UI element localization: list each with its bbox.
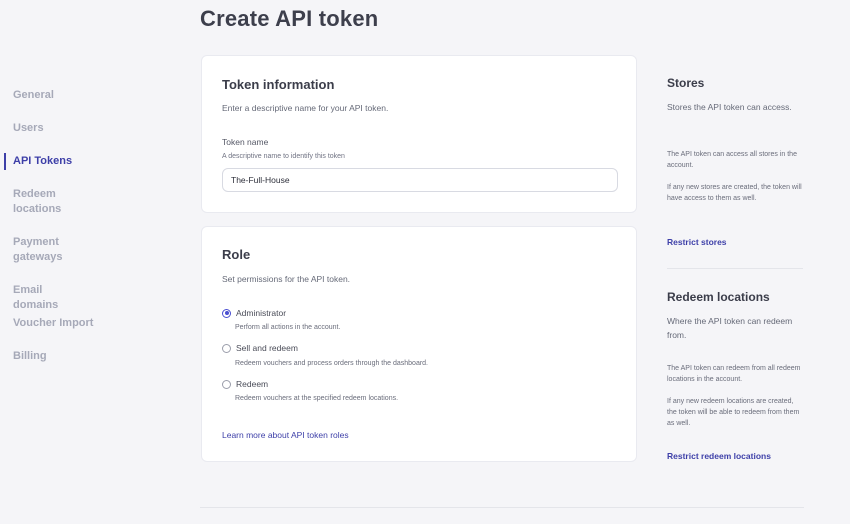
stores-subtitle: Stores the API token can access. — [667, 102, 792, 112]
sidebar-item-voucher-import[interactable]: Voucher Import — [0, 316, 120, 331]
sidebar-item-redeem-locations[interactable]: Redeem locations — [0, 187, 80, 217]
role-option-description: Redeem vouchers at the specified redeem … — [235, 395, 399, 402]
role-option-administrator[interactable]: Administrator — [222, 308, 286, 318]
radio-administrator[interactable] — [222, 308, 231, 318]
radio-sell-and-redeem[interactable] — [222, 343, 231, 353]
redeem-locations-title: Redeem locations — [667, 290, 770, 304]
learn-more-roles-link[interactable]: Learn more about API token roles — [222, 430, 349, 440]
role-option-redeem[interactable]: Redeem — [222, 379, 268, 389]
stores-title: Stores — [667, 76, 705, 90]
role-title: Role — [222, 247, 251, 262]
token-information-title: Token information — [222, 77, 335, 92]
page-title: Create API token — [200, 6, 379, 31]
redeem-locations-note-access: The API token can redeem from all redeem… — [667, 365, 801, 383]
page: Create API token General Users API Token… — [0, 0, 850, 524]
token-name-input[interactable] — [222, 168, 618, 192]
radio-redeem[interactable] — [222, 379, 231, 389]
stores-note-access: The API token can access all stores in t… — [667, 151, 797, 169]
restrict-redeem-locations-link[interactable]: Restrict redeem locations — [667, 451, 771, 461]
restrict-stores-link[interactable]: Restrict stores — [667, 237, 727, 247]
sidebar-item-billing[interactable]: Billing — [0, 349, 80, 364]
side-divider — [667, 268, 803, 269]
token-information-subtitle: Enter a descriptive name for your API to… — [222, 103, 389, 113]
role-option-label: Sell and redeem — [236, 343, 298, 353]
token-name-help: A descriptive name to identify this toke… — [222, 153, 345, 160]
stores-note-new: If any new stores are created, the token… — [667, 184, 802, 202]
role-option-description: Redeem vouchers and process orders throu… — [235, 360, 429, 367]
sidebar-item-payment-gateways[interactable]: Payment gateways — [0, 235, 80, 265]
sidebar-item-email-domains[interactable]: Email domains — [0, 283, 80, 313]
token-name-label: Token name — [222, 137, 269, 147]
sidebar-item-users[interactable]: Users — [0, 121, 80, 136]
footer-divider — [200, 507, 804, 508]
redeem-locations-subtitle: Where the API token can redeem from. — [667, 316, 793, 340]
sidebar-item-api-tokens[interactable]: API Tokens — [0, 153, 80, 170]
role-subtitle: Set permissions for the API token. — [222, 274, 351, 284]
role-card: Role Set permissions for the API token. … — [201, 226, 637, 462]
role-option-label: Administrator — [236, 308, 287, 318]
role-option-label: Redeem — [236, 379, 269, 389]
redeem-locations-note-new: If any new redeem locations are created,… — [667, 398, 800, 427]
token-information-card: Token information Enter a descriptive na… — [201, 55, 637, 213]
role-option-description: Perform all actions in the account. — [235, 324, 341, 331]
role-option-sell-and-redeem[interactable]: Sell and redeem — [222, 343, 298, 353]
sidebar-item-general[interactable]: General — [0, 88, 80, 103]
